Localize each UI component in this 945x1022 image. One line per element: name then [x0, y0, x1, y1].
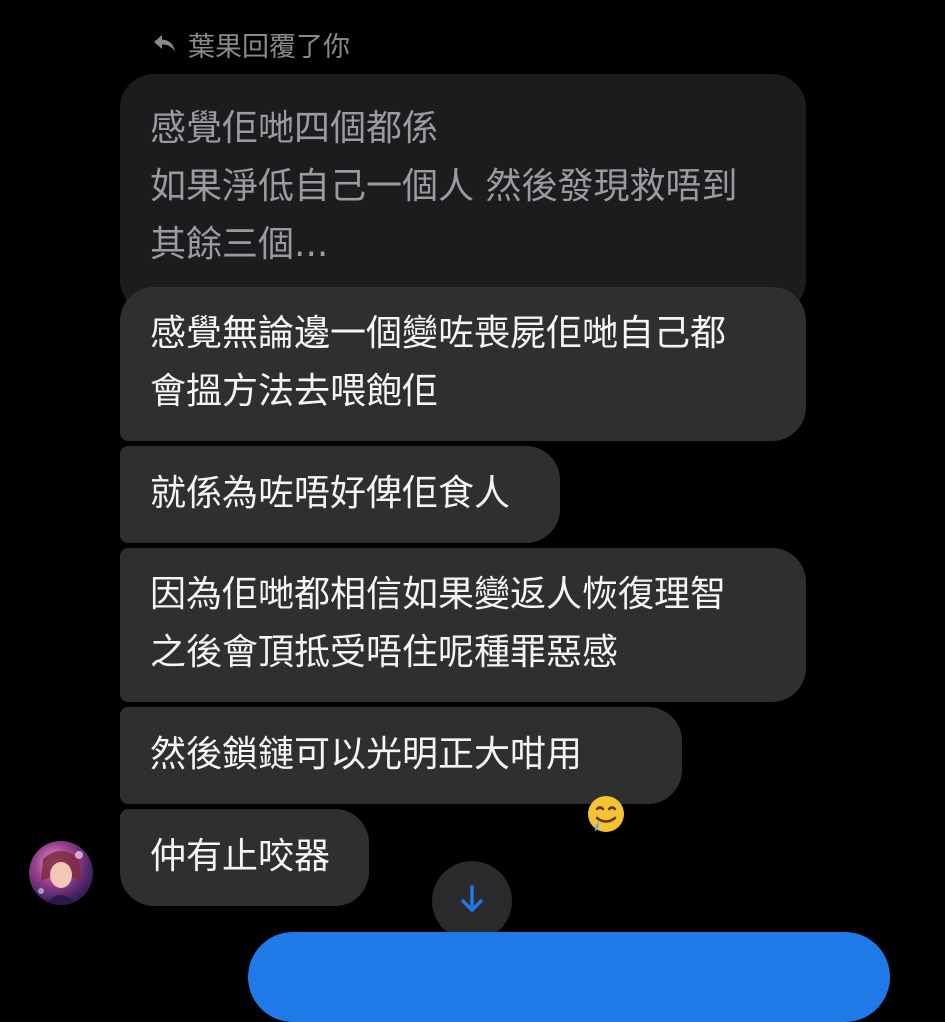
arrow-down-icon [455, 882, 489, 920]
scroll-to-bottom-button[interactable] [432, 861, 512, 941]
composer-bar[interactable] [248, 932, 890, 1022]
message-bubble[interactable]: 感覺無論邊一個變咗喪屍佢哋自己都 會搵方法去喂飽佢 [120, 287, 806, 441]
drooling-face-emoji-icon [586, 736, 626, 832]
reply-header-text: 葉果回覆了你 [188, 31, 350, 63]
reply-arrow-icon [152, 33, 178, 55]
message-bubble[interactable]: 然後鎖鏈可以光明正大咁用 [120, 707, 682, 832]
message-text: 然後鎖鏈可以光明正大咁用 [150, 734, 583, 775]
avatar[interactable] [29, 841, 93, 905]
message-bubble[interactable]: 就係為咗唔好俾佢食人 [120, 446, 560, 543]
message-bubble[interactable]: 仲有止咬器 [120, 809, 369, 906]
message-bubble[interactable]: 因為佢哋都相信如果變返人恢復理智 之後會頂抵受唔住呢種罪惡感 [120, 548, 806, 702]
quoted-message-bubble[interactable]: 感覺佢哋四個都係 如果淨低自己一個人 然後發現救唔到 其餘三個... [120, 74, 806, 314]
reply-header: 葉果回覆了你 [152, 26, 350, 63]
